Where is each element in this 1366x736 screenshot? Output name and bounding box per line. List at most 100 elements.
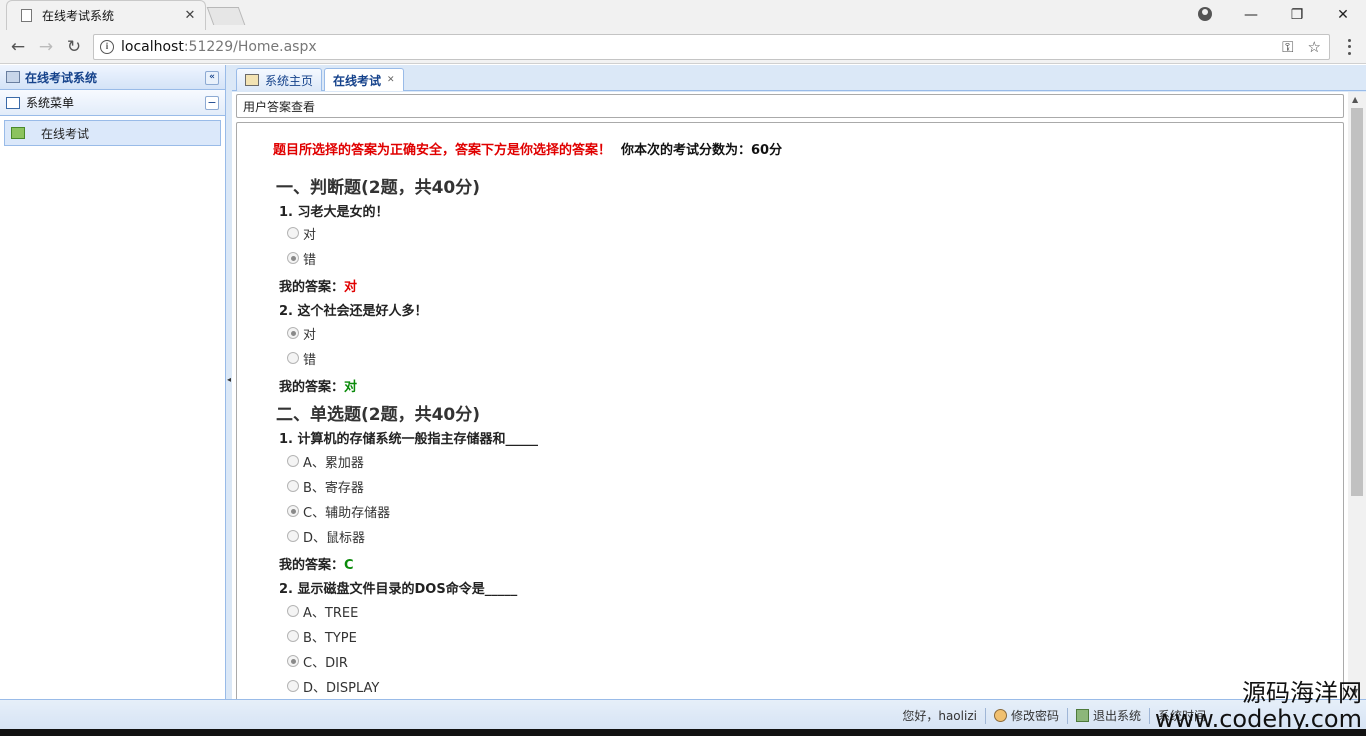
radio-button[interactable] bbox=[287, 604, 299, 617]
logout-link[interactable]: 退出系统 bbox=[1093, 707, 1141, 724]
account-icon[interactable] bbox=[1198, 7, 1212, 21]
radio-button[interactable] bbox=[287, 679, 299, 692]
my-answer: 我的答案：C bbox=[279, 554, 354, 573]
browser-titlebar: 在线考试系统 ✕ — ❐ ✕ bbox=[0, 0, 1366, 30]
radio-button[interactable] bbox=[287, 351, 299, 364]
option-item[interactable]: A、累加器 bbox=[287, 452, 364, 471]
option-label: C、辅助存储器 bbox=[303, 506, 391, 521]
reload-icon[interactable]: ↻ bbox=[64, 37, 84, 57]
close-window-button[interactable]: ✕ bbox=[1320, 0, 1366, 30]
question-title: 1. 习老大是女的！ bbox=[279, 205, 389, 220]
radio-button[interactable] bbox=[287, 454, 299, 467]
option-item[interactable]: 错 bbox=[287, 349, 316, 368]
minimize-button[interactable]: — bbox=[1228, 0, 1274, 30]
info-icon[interactable]: i bbox=[100, 40, 114, 54]
user-greeting: 您好，haolizi bbox=[902, 709, 977, 723]
collapse-left-icon[interactable]: « bbox=[205, 71, 219, 85]
app-layout: 在线考试系统 « 系统菜单 − 在线考试 ◂ 系统主页 在线考试 ✕ 用户答案查… bbox=[0, 65, 1366, 736]
option-item[interactable]: D、DISPLAY bbox=[287, 677, 379, 696]
scrollbar-thumb[interactable] bbox=[1351, 108, 1363, 496]
my-answer-value: C bbox=[344, 558, 354, 573]
address-bar[interactable]: i localhost:51229/Home.aspx ⚿ ☆ bbox=[93, 34, 1330, 60]
home-icon bbox=[245, 74, 259, 86]
system-icon bbox=[6, 71, 20, 83]
url-host: localhost bbox=[121, 39, 184, 55]
option-item[interactable]: B、TYPE bbox=[287, 627, 357, 646]
tab-online-exam[interactable]: 在线考试 ✕ bbox=[324, 68, 404, 91]
score-text: 你本次的考试分数为：60分 bbox=[621, 143, 783, 158]
forward-arrow-icon[interactable]: → bbox=[36, 37, 56, 57]
tab-label: 系统主页 bbox=[265, 73, 314, 88]
new-tab-button[interactable] bbox=[206, 7, 246, 25]
notice-line: 题目所选择的答案为正确安全，答案下方是你选择的答案！ 你本次的考试分数为：60分 bbox=[273, 139, 782, 158]
answer-sheet: 题目所选择的答案为正确安全，答案下方是你选择的答案！ 你本次的考试分数为：60分 … bbox=[236, 122, 1344, 699]
divider bbox=[1066, 707, 1068, 724]
page-icon bbox=[21, 9, 32, 22]
url-path: :51229/Home.aspx bbox=[183, 39, 317, 55]
radio-button[interactable] bbox=[287, 629, 299, 642]
option-item[interactable]: 对 bbox=[287, 324, 316, 343]
west-panel: 在线考试系统 « 系统菜单 − 在线考试 bbox=[0, 65, 226, 699]
radio-button[interactable] bbox=[287, 226, 299, 239]
close-tab-icon[interactable]: ✕ bbox=[183, 8, 197, 23]
restore-button[interactable]: ❐ bbox=[1274, 0, 1320, 30]
radio-button[interactable] bbox=[287, 326, 299, 339]
sidebar-item-online-exam[interactable]: 在线考试 bbox=[4, 120, 221, 146]
logout-icon bbox=[1075, 709, 1089, 722]
close-tab-icon[interactable]: ✕ bbox=[387, 75, 395, 85]
divider bbox=[984, 707, 986, 724]
option-item[interactable]: 对 bbox=[287, 224, 316, 243]
browser-menu-icon[interactable] bbox=[1343, 37, 1355, 57]
option-item[interactable]: 错 bbox=[287, 249, 316, 268]
vertical-scrollbar[interactable]: ▲ ▼ bbox=[1348, 92, 1366, 699]
content-area: 用户答案查看 题目所选择的答案为正确安全，答案下方是你选择的答案！ 你本次的考试分… bbox=[232, 92, 1366, 699]
menu-accordion-header[interactable]: 系统菜单 − bbox=[0, 90, 225, 116]
my-answer-label: 我的答案： bbox=[279, 558, 345, 573]
option-item[interactable]: C、辅助存储器 bbox=[287, 502, 390, 521]
my-answer-value: 对 bbox=[344, 380, 358, 395]
radio-button[interactable] bbox=[287, 504, 299, 517]
back-arrow-icon[interactable]: ← bbox=[8, 37, 28, 57]
west-panel-header: 在线考试系统 « bbox=[0, 65, 225, 90]
my-answer: 我的答案：对 bbox=[279, 276, 357, 295]
option-label: B、TYPE bbox=[303, 631, 357, 646]
browser-tab[interactable]: 在线考试系统 ✕ bbox=[6, 0, 206, 30]
option-label: 对 bbox=[303, 328, 317, 343]
change-password-link[interactable]: 修改密码 bbox=[1011, 707, 1059, 724]
radio-button[interactable] bbox=[287, 654, 299, 667]
tabs-bar: 系统主页 在线考试 ✕ bbox=[232, 65, 1366, 91]
watermark-line1: 源码海洋网 bbox=[1242, 679, 1362, 707]
user-edit-icon bbox=[993, 709, 1007, 722]
notice-text: 题目所选择的答案为正确安全，答案下方是你选择的答案！ bbox=[273, 143, 612, 158]
browser-toolbar: ← → ↻ i localhost:51229/Home.aspx ⚿ ☆ bbox=[0, 30, 1366, 64]
option-label: A、累加器 bbox=[303, 456, 364, 471]
key-icon[interactable]: ⚿ bbox=[1282, 38, 1293, 56]
my-answer: 我的答案：对 bbox=[279, 376, 357, 395]
radio-button[interactable] bbox=[287, 529, 299, 542]
option-label: C、DIR bbox=[303, 656, 348, 671]
radio-button[interactable] bbox=[287, 479, 299, 492]
menu-title: 系统菜单 bbox=[26, 96, 75, 110]
option-label: 错 bbox=[303, 353, 317, 368]
os-taskbar bbox=[0, 729, 1366, 736]
go-arrow-icon bbox=[11, 127, 25, 139]
option-label: D、DISPLAY bbox=[303, 681, 380, 696]
option-item[interactable]: C、DIR bbox=[287, 652, 348, 671]
section-title: 二、单选题(2题，共40分) bbox=[276, 405, 481, 425]
page-subtitle: 用户答案查看 bbox=[236, 94, 1344, 118]
star-icon[interactable]: ☆ bbox=[1308, 38, 1321, 56]
my-answer-label: 我的答案： bbox=[279, 280, 345, 295]
tab-home[interactable]: 系统主页 bbox=[236, 68, 323, 91]
radio-button[interactable] bbox=[287, 251, 299, 264]
window-icon bbox=[6, 96, 20, 109]
option-item[interactable]: D、鼠标器 bbox=[287, 527, 365, 546]
option-item[interactable]: A、TREE bbox=[287, 602, 358, 621]
question-title: 2. 显示磁盘文件目录的DOS命令是_____ bbox=[279, 582, 518, 597]
option-label: 对 bbox=[303, 228, 317, 243]
scroll-up-icon[interactable]: ▲ bbox=[1352, 95, 1358, 104]
option-item[interactable]: B、寄存器 bbox=[287, 477, 364, 496]
option-label: B、寄存器 bbox=[303, 481, 364, 496]
option-label: A、TREE bbox=[303, 606, 359, 621]
collapse-menu-icon[interactable]: − bbox=[205, 96, 219, 110]
option-label: D、鼠标器 bbox=[303, 531, 366, 546]
